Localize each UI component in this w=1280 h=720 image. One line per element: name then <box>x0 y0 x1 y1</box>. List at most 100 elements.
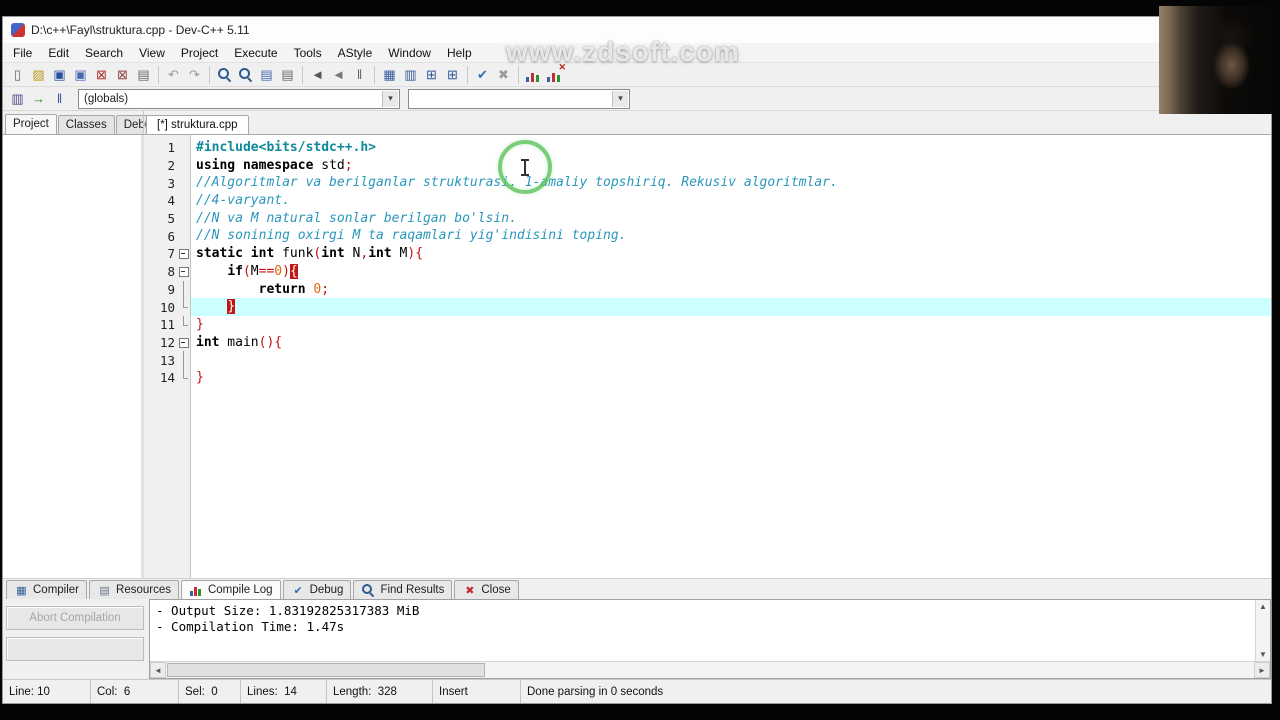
vertical-scrollbar[interactable]: ▲ ▼ <box>1255 600 1270 661</box>
new-source-icon[interactable]: ▯ <box>7 64 28 85</box>
chevron-down-icon[interactable]: ▾ <box>612 90 628 107</box>
tab-classes[interactable]: Classes <box>57 115 115 134</box>
bottom-tab-compiler[interactable]: ▦ Compiler <box>6 580 88 599</box>
pause-bars-icon[interactable]: ‖ <box>49 88 70 109</box>
line-number: 9 <box>167 281 175 297</box>
tab-project[interactable]: Project <box>5 114 57 134</box>
panel-button-blank[interactable] <box>6 637 144 661</box>
floating-project-icon[interactable]: ⊞ <box>442 64 463 85</box>
floating-report-icon[interactable]: ⊞ <box>421 64 442 85</box>
fold-mark <box>177 298 190 316</box>
find-next-icon[interactable] <box>235 64 256 85</box>
menu-window[interactable]: Window <box>380 44 439 62</box>
goto-line-icon[interactable]: ▤ <box>277 64 298 85</box>
scroll-down-icon[interactable]: ▼ <box>1259 648 1267 661</box>
menu-view[interactable]: View <box>131 44 173 62</box>
window-icon[interactable]: ▥ <box>7 88 28 109</box>
open-file-icon[interactable]: ▨ <box>28 64 49 85</box>
fold-toggle-icon[interactable] <box>177 263 190 281</box>
scroll-right-icon[interactable]: ► <box>1254 662 1270 678</box>
watermark: www.zdsoft.com <box>506 36 740 67</box>
bottom-tab-compile-log[interactable]: Compile Log <box>180 580 281 599</box>
bottom-tab-label: Compile Log <box>207 584 273 596</box>
line-number: 7 <box>167 246 175 262</box>
members-combobox[interactable]: ▾ <box>408 88 630 109</box>
menu-edit[interactable]: Edit <box>40 44 77 62</box>
code-line-4[interactable]: //4-varyant. <box>191 192 1271 210</box>
devcpp-window: D:\c++\Fayl\struktura.cpp - Dev-C++ 5.11… <box>2 16 1272 704</box>
bottom-tab-debug[interactable]: ✔ Debug <box>282 580 352 599</box>
project-panel[interactable] <box>3 135 144 578</box>
log-line: - Compilation Time: 1.47s <box>156 619 345 634</box>
tab-struktura-cpp[interactable]: [*] struktura.cpp <box>146 115 249 134</box>
code-line-11[interactable]: } <box>191 316 1271 334</box>
undo-icon[interactable]: ↶ <box>163 64 184 85</box>
code-line-3[interactable]: //Algoritmlar va berilganlar strukturasi… <box>191 174 1271 192</box>
run-arrow-icon[interactable]: → <box>28 88 49 109</box>
log-line: - Output Size: 1.83192825317383 MiB <box>156 603 420 618</box>
gutter-row: 12 <box>144 334 190 352</box>
chevron-down-icon[interactable]: ▾ <box>382 90 398 107</box>
close-all-icon[interactable]: ⊠ <box>112 64 133 85</box>
gutter-row: 5 <box>144 210 190 228</box>
bottom-tab-find-results[interactable]: Find Results <box>353 580 453 599</box>
back-icon[interactable]: ◄ <box>307 64 328 85</box>
fold-toggle-icon[interactable] <box>177 245 190 263</box>
code-line-9[interactable]: return 0; <box>191 281 1271 299</box>
report-window-icon[interactable]: ▥ <box>400 64 421 85</box>
fold-mark <box>177 315 190 334</box>
menu-execute[interactable]: Execute <box>226 44 285 62</box>
scroll-left-icon[interactable]: ◄ <box>150 662 166 678</box>
resources-icon: ▤ <box>99 584 110 597</box>
syntax-check-icon[interactable]: ✔ <box>472 64 493 85</box>
line-number: 1 <box>167 140 175 156</box>
status-segment: Lines: 14 <box>241 680 327 703</box>
code-line-5[interactable]: //N va M natural sonlar berilgan bo'lsin… <box>191 210 1271 228</box>
fold-mark <box>177 280 190 299</box>
close-file-icon[interactable]: ⊠ <box>91 64 112 85</box>
print-icon[interactable]: ▤ <box>133 64 154 85</box>
bottom-tabs: ▦ Compiler ▤ Resources Compile Log ✔ Debug Find… <box>3 578 1271 599</box>
toolbar-separator <box>370 65 379 84</box>
horizontal-scrollbar[interactable]: ◄ ► <box>150 661 1270 678</box>
menu-project[interactable]: Project <box>173 44 226 62</box>
line-number: 3 <box>167 175 175 191</box>
scroll-up-icon[interactable]: ▲ <box>1259 600 1267 613</box>
abort-compilation-button[interactable]: Abort Compilation <box>6 606 144 630</box>
project-manager-icon[interactable]: ▦ <box>379 64 400 85</box>
code-line-12[interactable]: int main(){ <box>191 334 1271 352</box>
scrollbar-thumb[interactable] <box>167 663 485 677</box>
code-line-13[interactable] <box>191 351 1271 369</box>
find-icon[interactable] <box>214 64 235 85</box>
code-line-1[interactable]: #include<bits/stdc++.h> <box>191 139 1271 157</box>
menu-tools[interactable]: Tools <box>286 44 330 62</box>
code-line-7[interactable]: static int funk(int N,int M){ <box>191 245 1271 263</box>
status-segment: Length: 328 <box>327 680 433 703</box>
code-line-6[interactable]: //N sonining oxirgi M ta raqamlari yig'i… <box>191 227 1271 245</box>
fold-toggle-icon[interactable] <box>177 334 190 352</box>
code-line-10[interactable]: } <box>191 298 1271 316</box>
close-icon: ✖ <box>465 584 475 597</box>
menu-file[interactable]: File <box>5 44 40 62</box>
bottom-tab-resources[interactable]: ▤ Resources <box>89 580 179 599</box>
app-icon <box>11 23 25 37</box>
save-all-icon[interactable]: ▣ <box>70 64 91 85</box>
menu-astyle[interactable]: AStyle <box>330 44 381 62</box>
save-icon[interactable]: ▣ <box>49 64 70 85</box>
code-line-8[interactable]: if(M==0){ <box>191 263 1271 281</box>
replace-icon[interactable]: ▤ <box>256 64 277 85</box>
redo-icon[interactable]: ↷ <box>184 64 205 85</box>
forward-icon[interactable]: ◄ <box>328 64 349 85</box>
bottom-tab-label: Resources <box>116 584 171 596</box>
menu-help[interactable]: Help <box>439 44 480 62</box>
pause-icon[interactable]: ‖ <box>349 64 370 85</box>
code-editor[interactable]: 1 2 3 4 5 6 7 8 9 10 11 12 13 14 #include<bits/stdc++… <box>144 135 1271 578</box>
code-line-2[interactable]: using namespace std; <box>191 157 1271 175</box>
line-number: 5 <box>167 211 175 227</box>
code-line-14[interactable]: } <box>191 369 1271 387</box>
click-highlight <box>498 140 552 194</box>
menu-search[interactable]: Search <box>77 44 131 62</box>
compile-log-panel: Abort Compilation - Output Size: 1.83192… <box>3 599 1271 679</box>
bottom-tab-close[interactable]: ✖ Close <box>454 580 519 599</box>
globals-combobox[interactable]: (globals) ▾ <box>78 88 400 109</box>
